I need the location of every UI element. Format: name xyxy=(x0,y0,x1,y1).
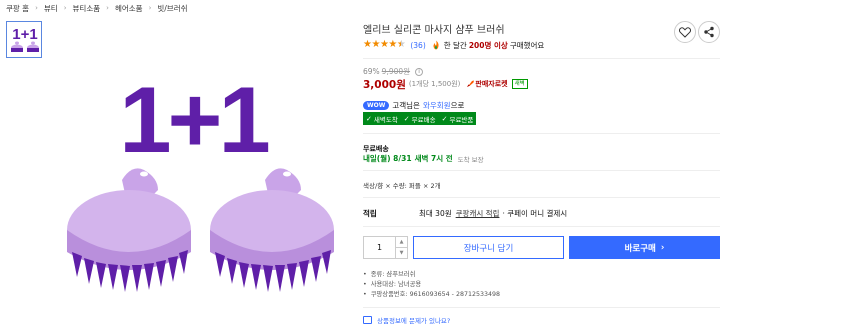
rocket-badge: 판매자로켓 xyxy=(466,79,508,89)
check-icon: ✓ xyxy=(366,114,372,123)
rocket-icon xyxy=(467,80,475,87)
info-icon[interactable]: i xyxy=(415,67,424,76)
original-price: 9,900원 xyxy=(381,67,411,76)
heart-icon xyxy=(679,26,691,38)
chevron-right-icon: › xyxy=(660,242,665,253)
thumbnail-image: 1+1 xyxy=(11,26,39,52)
wow-text-prefix: 고객님은 xyxy=(392,100,420,110)
divider xyxy=(363,170,720,171)
points-condition: · 쿠페이 머니 결제시 xyxy=(502,209,568,218)
points-row: 적립 최대 30원 쿠팡캐시 적립 · 쿠페이 머니 결제시 xyxy=(363,208,567,219)
star-icon: ★ xyxy=(379,39,389,50)
unit-price: (1개당 1,500원) xyxy=(408,80,461,88)
check-icon: ✓ xyxy=(441,114,448,123)
wow-row: WOW 고객님은 와우회원 으로 xyxy=(363,99,464,111)
breadcrumb-item-beauty-tools[interactable]: 뷰티소품 xyxy=(73,3,101,14)
share-icon xyxy=(704,26,714,38)
product-specs: 종류: 샴푸브러쉬 사용대상: 남녀공용 쿠팡상품번호: 9616093654 … xyxy=(363,270,500,300)
arrival-guarantee: 도착 보장 xyxy=(457,155,484,164)
divider xyxy=(363,133,720,134)
purchase-period: 한 달간 xyxy=(443,40,467,50)
fresh-badge: 새벽 xyxy=(511,79,528,89)
divider xyxy=(363,307,720,308)
brush-illustration-left xyxy=(67,168,191,292)
arrival-time: 새벽 7시 전 xyxy=(414,154,453,163)
add-to-cart-button[interactable]: 장바구니 담기 xyxy=(413,236,564,259)
coupang-cash-link[interactable]: 쿠팡캐시 적립 xyxy=(456,208,500,219)
image-label: 1+1 xyxy=(119,67,268,172)
chevron-right-icon: › xyxy=(106,4,109,12)
selected-option: 색상/향 × 수량: 퍼플 × 2개 xyxy=(363,182,441,190)
product-title: 엘리브 실리콘 마사지 샴푸 브러쉬 xyxy=(363,25,505,36)
quantity-increase-icon[interactable]: ▲ xyxy=(396,237,407,248)
product-main-image: 1+1 xyxy=(60,52,350,332)
quantity-stepper[interactable]: 1 ▲ ▼ xyxy=(363,236,408,259)
breadcrumb-item-home[interactable]: 쿠팡 홈 xyxy=(6,3,29,14)
wow-badge: WOW xyxy=(363,100,390,110)
quantity-input[interactable]: 1 xyxy=(364,237,395,258)
report-issue-link[interactable]: 상품정보에 문제가 있나요? xyxy=(363,315,450,325)
fire-icon xyxy=(433,40,439,50)
spec-item: 종류: 샴푸브러쉬 xyxy=(363,270,500,280)
breadcrumb-item-brush[interactable]: 빗/브러쉬 xyxy=(157,3,187,14)
wow-benefits-box: ✓ 새벽도착 ✓ 무료배송 ✓ 무료반품 xyxy=(363,112,477,125)
buy-now-label: 바로구매 xyxy=(624,243,656,254)
price-row: 3,000원 (1개당 1,500원) 판매자로켓 새벽 xyxy=(363,77,528,91)
breadcrumb-item-hair-tools[interactable]: 헤어소품 xyxy=(115,3,143,14)
discount-rate: 69% xyxy=(363,67,380,76)
share-button[interactable] xyxy=(698,21,720,43)
product-thumbnail[interactable]: 1+1 xyxy=(6,21,42,58)
breadcrumb: 쿠팡 홈 › 뷰티 › 뷰티소품 › 헤어소품 › 빗/브러쉬 xyxy=(6,2,188,14)
chat-icon xyxy=(363,316,372,324)
benefit-free-return: ✓ 무료반품 xyxy=(441,114,474,124)
wow-text-suffix: 으로 xyxy=(450,100,465,110)
chevron-right-icon: › xyxy=(148,4,152,12)
rocket-label: 판매자로켓 xyxy=(475,80,508,88)
discount-row: 69% 9,900원 i xyxy=(363,66,424,77)
arrival-info: 내일(월) 8/31 새벽 7시 전 도착 보장 xyxy=(363,153,484,164)
review-count-link[interactable]: (36) xyxy=(410,41,425,50)
thumbnail-label: 1+1 xyxy=(12,26,37,43)
benefit-free-shipping: ✓ 무료배송 xyxy=(403,114,436,124)
purchase-suffix: 구매했어요 xyxy=(509,40,545,50)
quantity-decrease-icon[interactable]: ▼ xyxy=(396,248,407,258)
check-icon: ✓ xyxy=(403,114,410,123)
breadcrumb-item-beauty[interactable]: 뷰티 xyxy=(44,3,58,14)
sale-price: 3,000원 xyxy=(363,78,406,91)
benefit-dawn-delivery: ✓ 새벽도착 xyxy=(366,114,398,124)
report-issue-label: 상품정보에 문제가 있나요? xyxy=(377,317,451,325)
spec-item: 쿠팡상품번호: 9616093654 - 28712533498 xyxy=(363,290,500,300)
star-icon: ★ xyxy=(363,39,372,50)
points-amount: 최대 30원 xyxy=(419,209,452,218)
brush-illustration-right xyxy=(210,168,334,292)
divider xyxy=(363,197,720,198)
quantity-arrows: ▲ ▼ xyxy=(395,237,407,258)
divider xyxy=(363,226,720,227)
chevron-right-icon: › xyxy=(63,4,67,12)
star-icon: ★ xyxy=(371,39,380,50)
points-label: 적립 xyxy=(363,209,377,218)
rating-row: ★ ★ ★ ★ ★ (36) 한 달간 200명 이상 구매했어요 xyxy=(363,39,544,51)
purchase-count: 200명 이상 xyxy=(468,40,508,50)
buy-now-button[interactable]: 바로구매 › xyxy=(569,236,720,259)
arrival-day: 내일(월) 8/31 xyxy=(363,154,412,163)
divider xyxy=(363,58,720,59)
star-icon: ★ xyxy=(388,39,397,50)
star-rating[interactable]: ★ ★ ★ ★ ★ xyxy=(363,39,406,50)
wow-member-link[interactable]: 와우회원 xyxy=(423,100,451,111)
star-half-icon: ★ xyxy=(396,39,406,50)
chevron-right-icon: › xyxy=(35,4,38,12)
wishlist-button[interactable] xyxy=(674,21,696,43)
spec-item: 사용대상: 남녀공용 xyxy=(363,280,500,290)
